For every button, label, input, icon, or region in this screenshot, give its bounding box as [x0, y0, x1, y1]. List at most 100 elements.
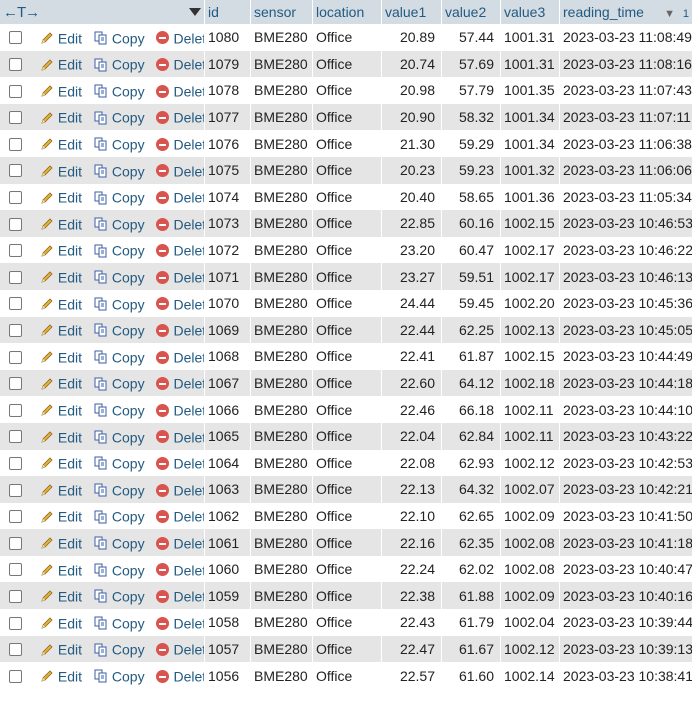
row-checkbox[interactable]	[9, 456, 22, 470]
copy-button[interactable]: Copy	[94, 454, 149, 471]
row-checkbox[interactable]	[9, 669, 22, 683]
copy-button[interactable]: Copy	[94, 55, 149, 73]
edit-button[interactable]: Edit	[40, 401, 86, 418]
row-checkbox[interactable]	[9, 563, 22, 577]
edit-button[interactable]: Edit	[40, 640, 86, 658]
row-checkbox[interactable]	[9, 297, 22, 311]
edit-button[interactable]: Edit	[40, 321, 86, 338]
copy-button[interactable]: Copy	[94, 82, 149, 99]
row-checkbox[interactable]	[9, 270, 22, 284]
copy-button[interactable]: Copy	[94, 268, 149, 285]
copy-button[interactable]: Copy	[94, 401, 149, 418]
row-checkbox[interactable]	[9, 510, 22, 524]
edit-button[interactable]: Edit	[40, 561, 86, 578]
delete-button[interactable]: Delete	[156, 374, 204, 392]
options-dropdown-icon[interactable]	[189, 8, 201, 16]
copy-button[interactable]: Copy	[94, 162, 149, 179]
delete-button[interactable]: Delete	[156, 108, 204, 126]
copy-button[interactable]: Copy	[94, 241, 149, 259]
delete-button[interactable]: Delete	[156, 614, 204, 631]
header-value2[interactable]: value2	[442, 0, 501, 24]
row-checkbox[interactable]	[9, 536, 22, 550]
delete-button[interactable]: Delete	[156, 55, 204, 73]
row-checkbox[interactable]	[9, 164, 22, 178]
copy-button[interactable]: Copy	[94, 135, 149, 152]
edit-button[interactable]: Edit	[40, 534, 86, 551]
header-location[interactable]: location	[313, 0, 382, 24]
edit-button[interactable]: Edit	[40, 29, 86, 46]
delete-button[interactable]: Delete	[156, 321, 204, 338]
delete-button[interactable]: Delete	[156, 481, 204, 498]
copy-button[interactable]: Copy	[94, 108, 149, 126]
edit-button[interactable]: Edit	[40, 108, 86, 126]
delete-button[interactable]: Delete	[156, 667, 204, 684]
edit-button[interactable]: Edit	[40, 82, 86, 99]
row-checkbox[interactable]	[9, 643, 22, 657]
delete-button[interactable]: Delete	[156, 561, 204, 578]
delete-button[interactable]: Delete	[156, 295, 204, 312]
copy-button[interactable]: Copy	[94, 374, 149, 392]
delete-button[interactable]: Delete	[156, 268, 204, 285]
edit-button[interactable]: Edit	[40, 55, 86, 73]
delete-button[interactable]: Delete	[156, 640, 204, 658]
column-nav-arrows[interactable]: ←T→	[3, 4, 40, 21]
copy-button[interactable]: Copy	[94, 188, 149, 206]
copy-button[interactable]: Copy	[94, 561, 149, 578]
row-checkbox[interactable]	[9, 377, 22, 391]
delete-button[interactable]: Delete	[156, 135, 204, 152]
row-checkbox[interactable]	[9, 111, 22, 125]
row-checkbox[interactable]	[9, 191, 22, 204]
row-checkbox[interactable]	[9, 616, 22, 630]
edit-button[interactable]: Edit	[40, 454, 86, 471]
header-value1[interactable]: value1	[382, 0, 442, 24]
edit-button[interactable]: Edit	[40, 614, 86, 631]
row-checkbox[interactable]	[9, 137, 22, 151]
row-checkbox[interactable]	[9, 483, 22, 497]
edit-button[interactable]: Edit	[40, 587, 86, 604]
delete-button[interactable]: Delete	[156, 29, 204, 46]
row-checkbox[interactable]	[9, 403, 22, 417]
edit-button[interactable]: Edit	[40, 667, 86, 684]
row-checkbox[interactable]	[9, 31, 22, 45]
delete-button[interactable]: Delete	[156, 215, 204, 232]
delete-button[interactable]: Delete	[156, 401, 204, 418]
copy-button[interactable]: Copy	[94, 614, 149, 631]
edit-button[interactable]: Edit	[40, 348, 86, 365]
header-id[interactable]: id	[205, 0, 251, 24]
copy-button[interactable]: Copy	[94, 667, 149, 684]
edit-button[interactable]: Edit	[40, 481, 86, 498]
copy-button[interactable]: Copy	[94, 640, 149, 658]
edit-button[interactable]: Edit	[40, 295, 86, 312]
delete-button[interactable]: Delete	[156, 454, 204, 471]
row-checkbox[interactable]	[9, 430, 22, 444]
row-checkbox[interactable]	[9, 217, 22, 231]
edit-button[interactable]: Edit	[40, 507, 86, 525]
copy-button[interactable]: Copy	[94, 348, 149, 365]
delete-button[interactable]: Delete	[156, 348, 204, 365]
edit-button[interactable]: Edit	[40, 374, 86, 392]
row-checkbox[interactable]	[9, 350, 22, 364]
delete-button[interactable]: Delete	[156, 82, 204, 99]
row-checkbox[interactable]	[9, 323, 22, 337]
row-checkbox[interactable]	[9, 84, 22, 98]
copy-button[interactable]: Copy	[94, 321, 149, 338]
row-checkbox[interactable]	[9, 589, 22, 603]
row-checkbox[interactable]	[9, 58, 22, 72]
edit-button[interactable]: Edit	[40, 241, 86, 259]
delete-button[interactable]: Delete	[156, 188, 204, 206]
header-reading-time[interactable]: reading_time ▼ 1	[560, 0, 693, 24]
delete-button[interactable]: Delete	[156, 534, 204, 551]
edit-button[interactable]: Edit	[40, 188, 86, 206]
delete-button[interactable]: Delete	[156, 241, 204, 259]
delete-button[interactable]: Delete	[156, 587, 204, 604]
copy-button[interactable]: Copy	[94, 215, 149, 232]
edit-button[interactable]: Edit	[40, 268, 86, 285]
row-checkbox[interactable]	[9, 244, 22, 258]
copy-button[interactable]: Copy	[94, 507, 149, 525]
copy-button[interactable]: Copy	[94, 29, 149, 46]
copy-button[interactable]: Copy	[94, 587, 149, 604]
edit-button[interactable]: Edit	[40, 135, 86, 152]
copy-button[interactable]: Copy	[94, 295, 149, 312]
edit-button[interactable]: Edit	[40, 162, 86, 179]
header-sensor[interactable]: sensor	[251, 0, 313, 24]
